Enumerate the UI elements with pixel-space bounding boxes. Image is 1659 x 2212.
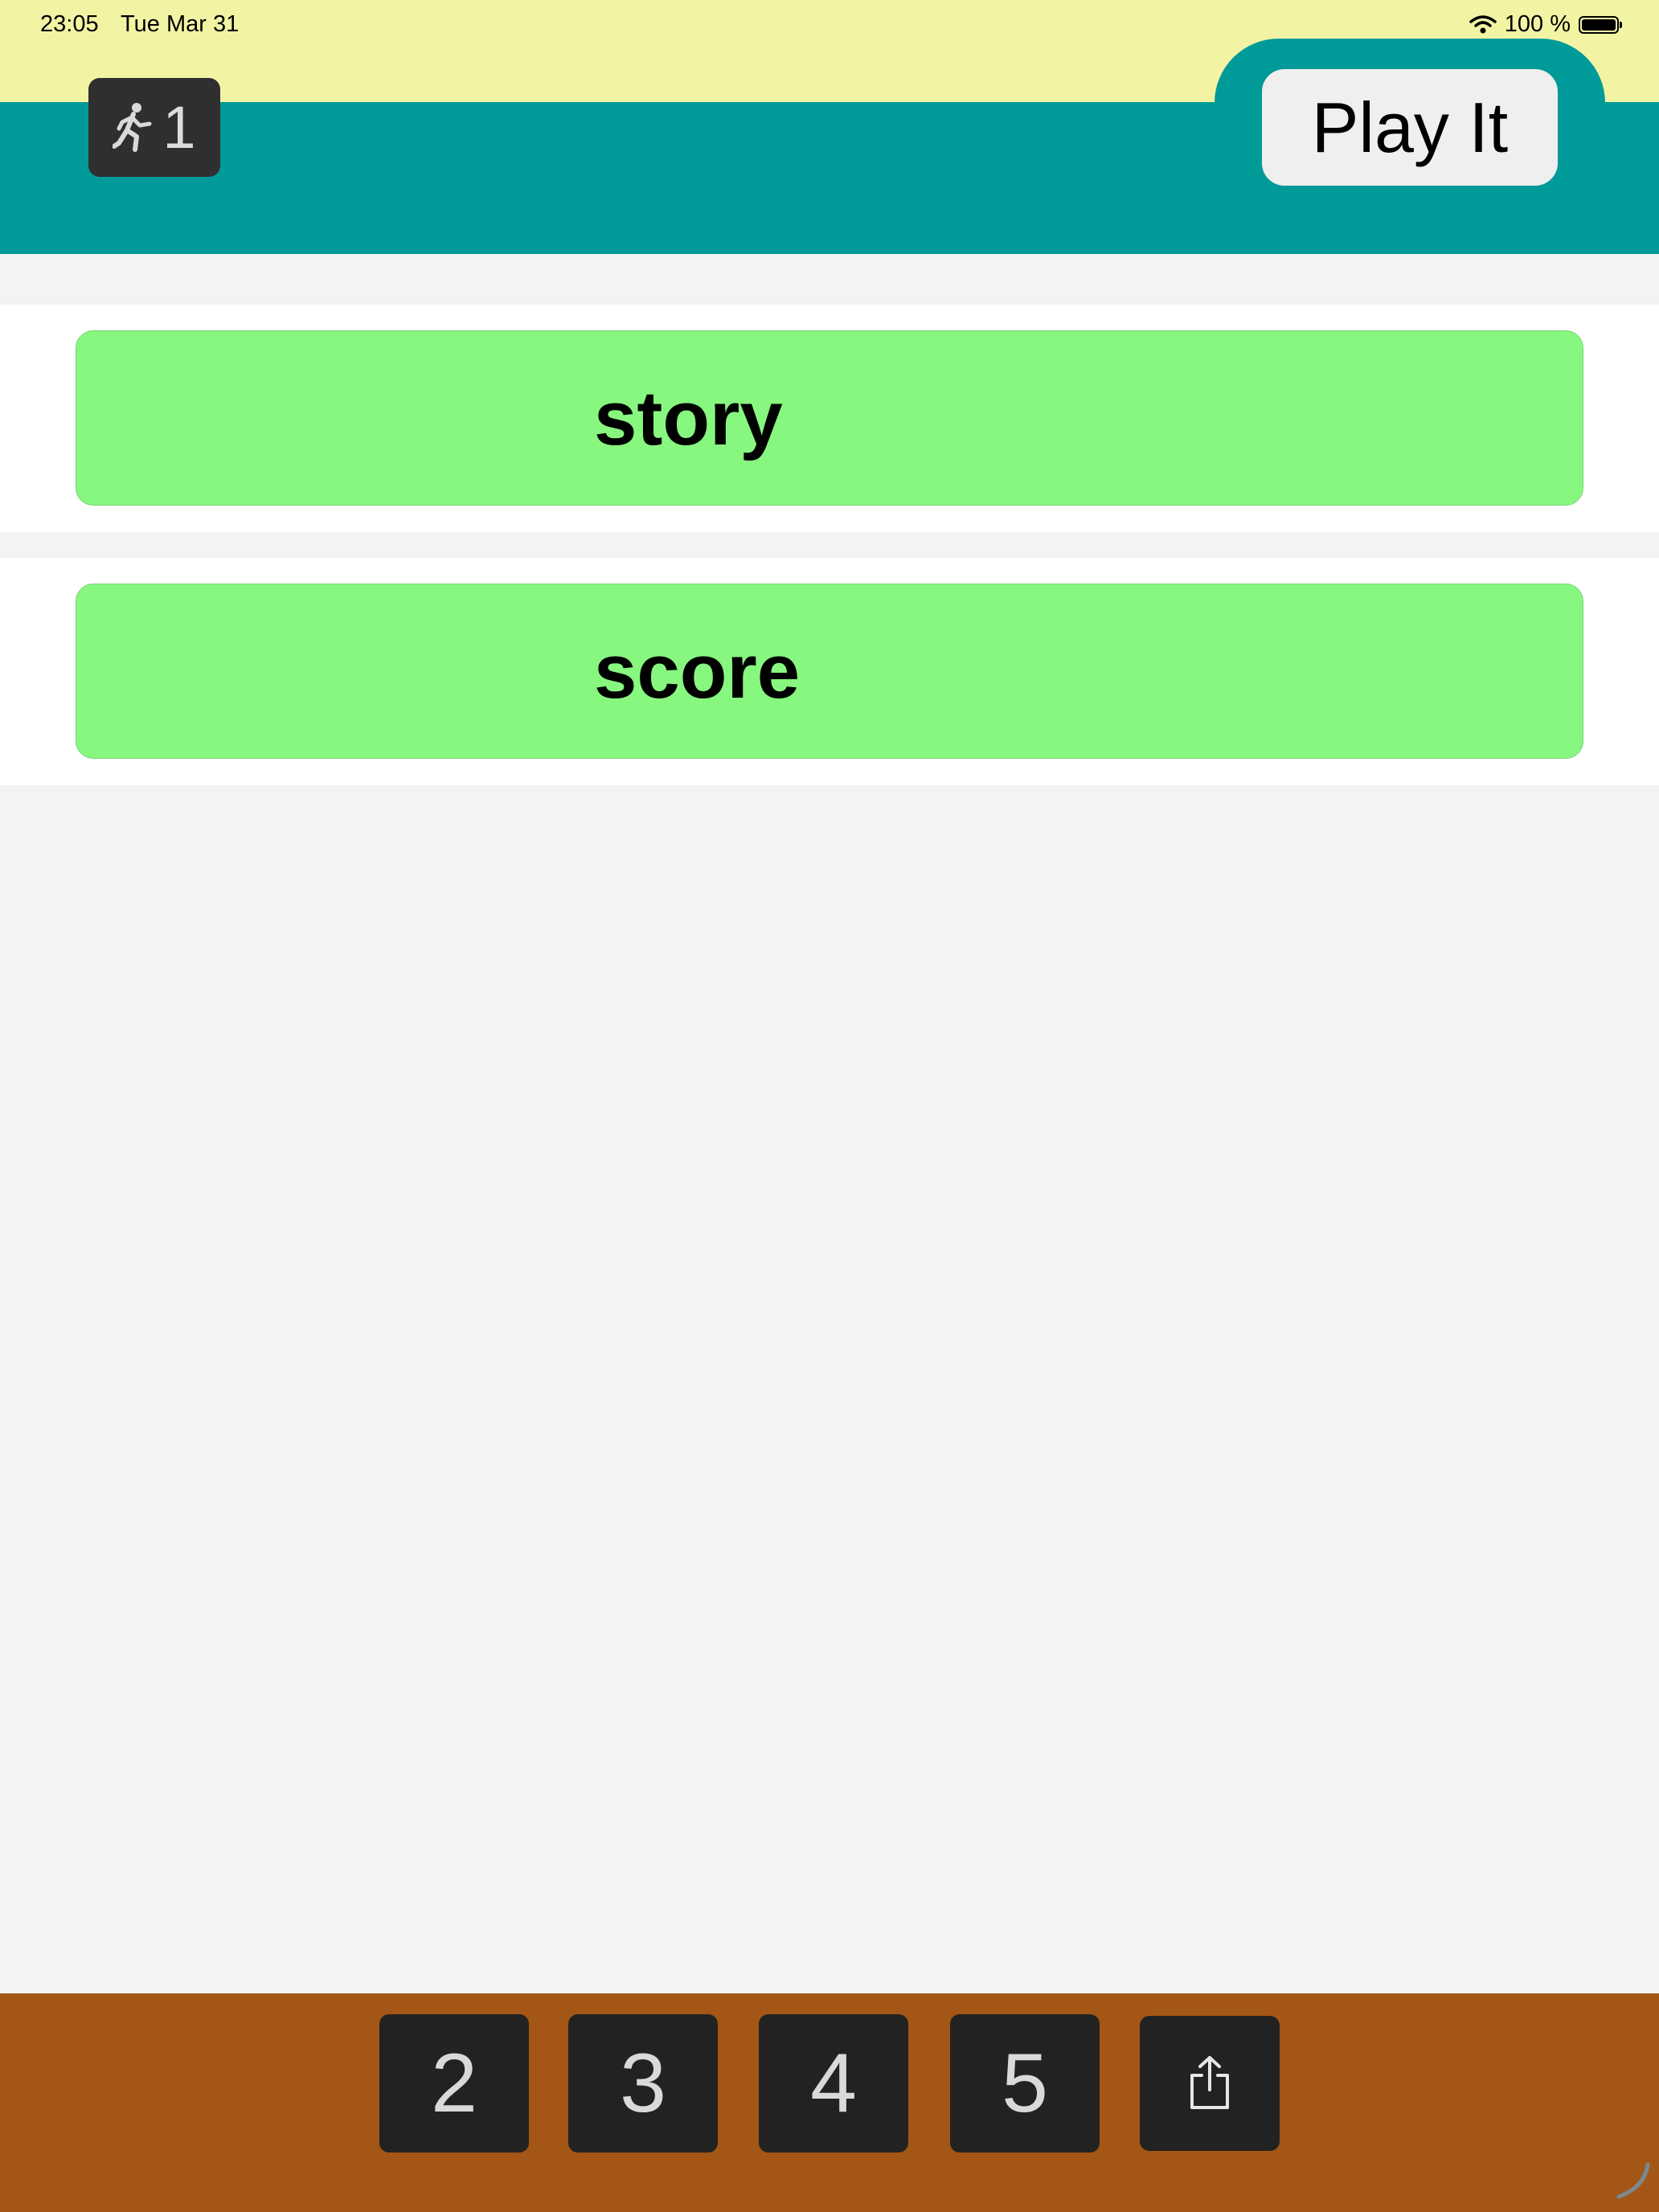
play-it-button[interactable]: Play It — [1262, 69, 1558, 186]
runner-icon — [113, 101, 154, 154]
level-number: 1 — [162, 93, 196, 161]
number-button-2[interactable]: 2 — [379, 2014, 529, 2153]
bottom-toolbar: 2 3 4 5 — [0, 1993, 1659, 2212]
status-time: 23:05 — [40, 11, 99, 37]
status-indicators: 100 % — [1469, 11, 1622, 38]
number-button-5[interactable]: 5 — [950, 2014, 1100, 2153]
status-date: Tue Mar 31 — [121, 11, 240, 37]
number-button-3[interactable]: 3 — [568, 2014, 718, 2153]
share-icon — [1186, 2054, 1234, 2112]
share-button[interactable] — [1140, 2016, 1280, 2151]
word-text: score — [594, 629, 801, 715]
word-text: story — [594, 375, 783, 461]
level-button[interactable]: 1 — [88, 78, 220, 177]
list-item: score — [0, 558, 1659, 785]
number-button-4[interactable]: 4 — [759, 2014, 908, 2153]
word-card-story[interactable]: story — [76, 330, 1583, 506]
battery-percentage: 100 % — [1504, 11, 1571, 37]
word-card-score[interactable]: score — [76, 584, 1583, 759]
window-resize-handle[interactable] — [1612, 2160, 1653, 2204]
battery-icon — [1579, 15, 1622, 34]
wifi-icon — [1469, 14, 1497, 35]
list-item: story — [0, 305, 1659, 532]
